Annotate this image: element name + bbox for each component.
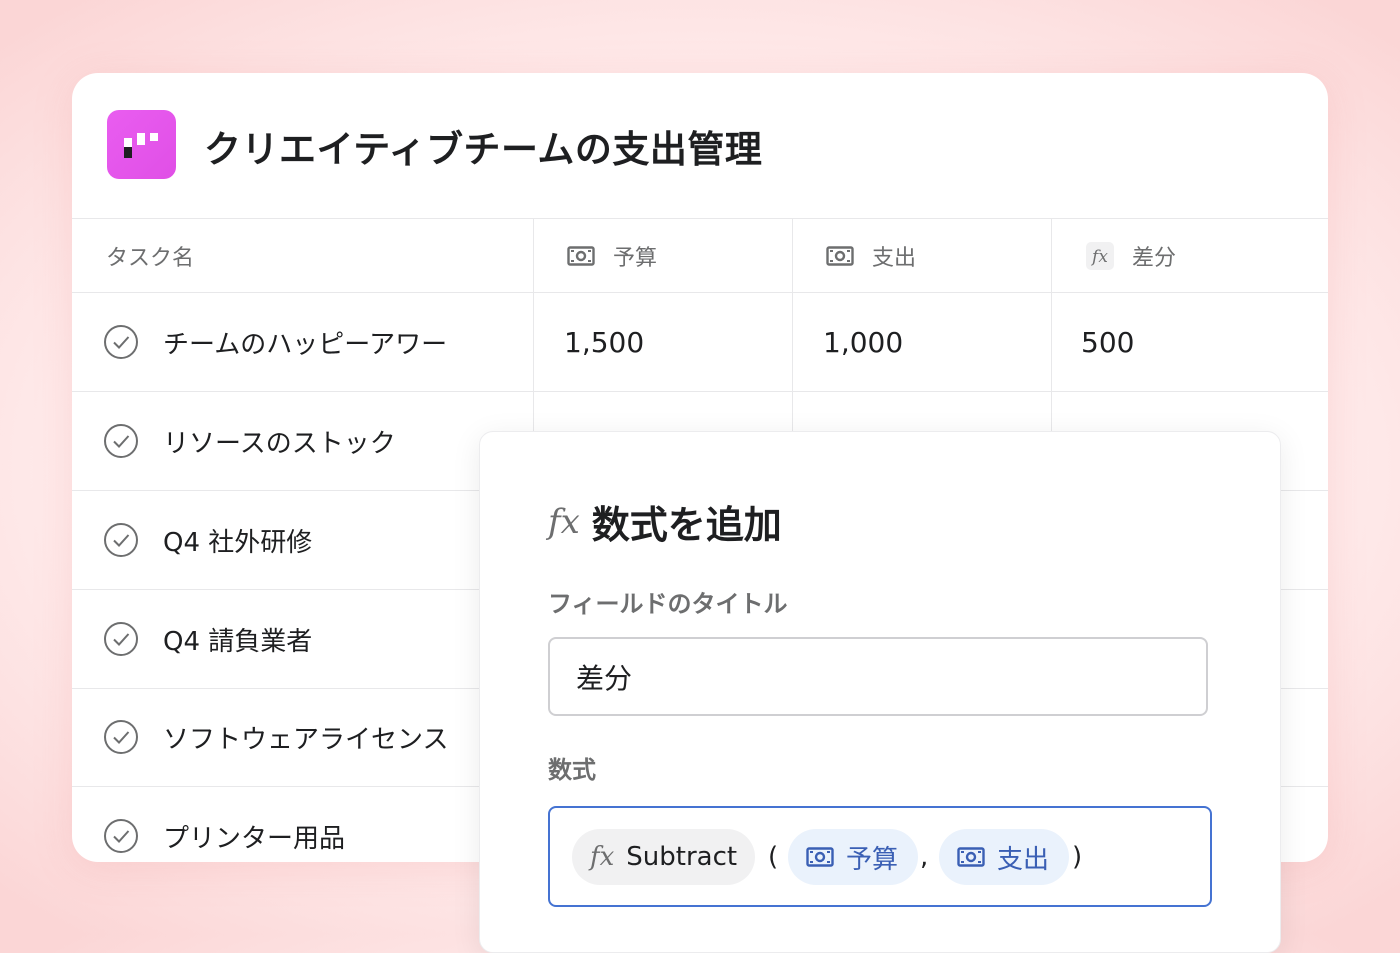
money-icon (567, 245, 595, 266)
budget-cell[interactable]: 1,500 (564, 293, 644, 391)
function-name: Subtract (626, 842, 738, 872)
dialog-title: fx 数式を追加 (548, 494, 782, 549)
field-chip-label: 支出 (997, 844, 1050, 875)
field-title-input[interactable]: 差分 (548, 637, 1208, 716)
column-header-task-name[interactable]: タスク名 (106, 219, 194, 292)
table-row[interactable]: チームのハッピーアワー 1,500 1,000 500 (72, 293, 1328, 392)
money-icon (826, 245, 854, 266)
task-name[interactable]: チームのハッピーアワー (163, 293, 447, 391)
formula-fx-icon: fx (548, 501, 580, 542)
app-logo-icon[interactable] (107, 110, 176, 179)
checkmark-circle-icon[interactable] (103, 324, 139, 360)
dialog-title-text: 数式を追加 (591, 503, 782, 547)
task-name[interactable]: リソースのストック (163, 392, 396, 490)
checkmark-circle-icon[interactable] (103, 818, 139, 854)
money-icon (806, 847, 834, 867)
formula-fx-icon: fx (590, 842, 615, 872)
spend-cell[interactable]: 1,000 (823, 293, 903, 391)
checkmark-circle-icon[interactable] (103, 522, 139, 558)
page-title: クリエイティブチームの支出管理 (204, 128, 763, 171)
column-header-spend[interactable]: 支出 (826, 219, 916, 292)
task-name[interactable]: ソフトウェアライセンス (163, 688, 448, 786)
money-icon (957, 847, 985, 867)
field-chip-label: 予算 (846, 844, 899, 875)
difference-cell: 500 (1081, 325, 1135, 359)
column-header-budget[interactable]: 予算 (567, 219, 657, 292)
close-paren: ) (1072, 842, 1083, 872)
field-chip-budget[interactable]: 予算 (788, 829, 919, 885)
task-name[interactable]: プリンター用品 (163, 787, 345, 862)
column-header-difference[interactable]: fx 差分 (1086, 219, 1176, 292)
checkmark-circle-icon[interactable] (103, 719, 139, 755)
svg-text:fx: fx (1090, 247, 1108, 267)
field-title-label: フィールドのタイトル (548, 590, 788, 618)
open-paren: ( (768, 842, 779, 872)
column-label: タスク名 (106, 245, 195, 271)
checkmark-circle-icon[interactable] (103, 423, 139, 459)
function-chip[interactable]: fx Subtract (572, 829, 756, 885)
task-name[interactable]: Q4 社外研修 (163, 491, 312, 589)
column-label: 支出 (872, 245, 917, 271)
column-label: 予算 (613, 245, 658, 271)
formula-input[interactable]: fx Subtract ( 予算 , 支出 ) (548, 806, 1212, 907)
column-label: 差分 (1132, 245, 1177, 271)
checkmark-circle-icon[interactable] (103, 621, 139, 657)
formula-label: 数式 (548, 756, 596, 784)
formula-fx-icon: fx (1086, 241, 1114, 270)
task-name[interactable]: Q4 請負業者 (163, 590, 312, 688)
project-header: クリエイティブチームの支出管理 (72, 73, 1328, 219)
add-formula-dialog: fx 数式を追加 フィールドのタイトル 差分 数式 fx Subtract ( … (479, 431, 1281, 953)
field-chip-spend[interactable]: 支出 (939, 829, 1070, 885)
table-header: タスク名 予算 支出 fx 差分 (72, 219, 1328, 293)
separator: , (920, 842, 929, 872)
